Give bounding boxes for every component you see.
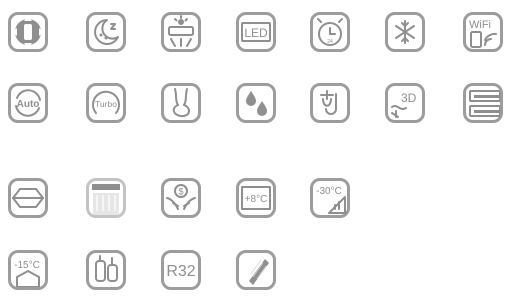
svg-text:3D: 3D	[401, 91, 417, 105]
sleep-mode-icon	[86, 12, 126, 52]
wifi-control-icon: WiFi	[463, 12, 503, 52]
svg-text:-30°C: -30°C	[316, 186, 342, 197]
timer-clock-icon: 24	[310, 12, 350, 52]
svg-text:-15°C: -15°C	[14, 260, 40, 271]
compressor-icon	[86, 250, 126, 290]
low-temperature-heating-icon: -15°C	[8, 250, 48, 290]
heating-temperature-icon: +8°C	[236, 178, 276, 218]
low-temperature-cooling-icon: -30°C	[310, 178, 350, 218]
quiet-icon	[310, 83, 350, 123]
gold-fin-icon	[236, 250, 276, 290]
r32-refrigerant-icon: R32	[161, 250, 201, 290]
led-display-icon: LED	[236, 12, 276, 52]
self-cleaning-icon	[385, 12, 425, 52]
hexagon-filter-icon	[8, 178, 48, 218]
dual-flap-icon	[463, 83, 503, 123]
svg-text:$: $	[178, 187, 183, 197]
svg-text:Turbo: Turbo	[95, 99, 117, 109]
dehumidify-icon	[236, 83, 276, 123]
svg-text:+8°C: +8°C	[245, 194, 268, 205]
comfort-airflow-icon	[161, 83, 201, 123]
svg-text:LED: LED	[244, 26, 268, 40]
auto-mode-icon: Auto	[8, 83, 48, 123]
air-curtain-icon	[86, 178, 126, 218]
svg-text:R32: R32	[166, 263, 195, 280]
3d-airflow-icon: 3D	[385, 83, 425, 123]
svg-text:Auto: Auto	[17, 99, 40, 110]
swing-icon	[8, 12, 48, 52]
svg-text:24: 24	[327, 39, 333, 45]
turbo-mode-icon: Turbo	[86, 83, 126, 123]
air-conditioner-icon	[161, 12, 201, 52]
energy-saving-icon: $	[161, 178, 201, 218]
svg-text:WiFi: WiFi	[469, 19, 491, 31]
